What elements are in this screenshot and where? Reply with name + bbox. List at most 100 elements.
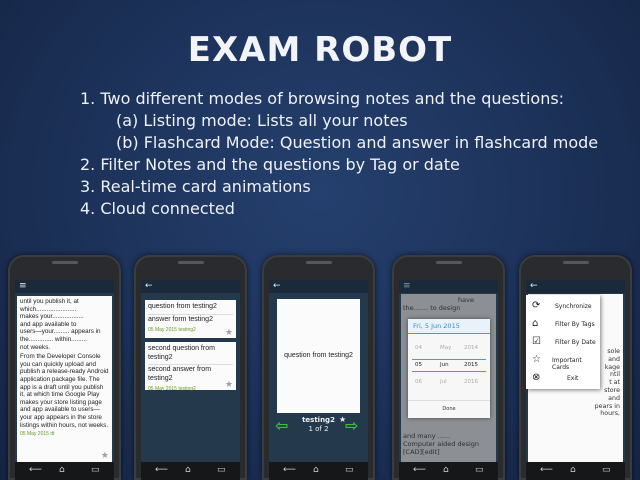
star-icon[interactable]: ★ — [101, 451, 109, 460]
feature-4: 4. Cloud connected — [80, 199, 235, 218]
phone-screen: ← sole and kage ntil t at store and pear… — [526, 280, 625, 462]
note-line: and app available to — [20, 320, 77, 328]
question-text: second question from testing2 — [148, 345, 215, 361]
recent-apps-icon[interactable]: ▭ — [91, 465, 100, 475]
phone-flashcard: ← question from testing2 testing2 ★ 1 of… — [262, 255, 375, 480]
back-icon[interactable]: ⟵ — [413, 465, 426, 475]
month-selected: Jun — [440, 362, 449, 368]
note-meta: 05 May 2015 dt — [20, 431, 109, 439]
phone-listing-questions: ← question from testing2 answer form tes… — [134, 255, 247, 480]
tag-icon: ⌂ — [532, 318, 539, 329]
day-selected: 05 — [415, 362, 422, 368]
back-icon[interactable]: ⟵ — [29, 465, 42, 475]
phone-speaker — [436, 261, 462, 264]
flashcard-text: question from testing2 — [284, 351, 353, 359]
menu-item-label: Filter By Tags — [555, 321, 595, 328]
menu-item-label: Exit — [567, 375, 579, 382]
back-icon[interactable]: ⟵ — [283, 465, 296, 475]
question-card[interactable]: question from testing2 answer form testi… — [145, 300, 236, 338]
recent-apps-icon[interactable]: ▭ — [602, 465, 611, 475]
phone-listing-note: ≡ until you publish it, at which........… — [8, 255, 121, 480]
note-fragment: hours, — [600, 410, 620, 418]
recent-apps-icon[interactable]: ▭ — [217, 465, 226, 475]
menu-item-filter-tags[interactable]: ⌂ Filter By Tags — [526, 315, 600, 333]
note-line: not weeks. — [20, 343, 51, 351]
note-line: the....... to design — [403, 304, 461, 312]
star-outline-icon: ☆ — [532, 354, 541, 365]
home-icon[interactable]: ⌂ — [313, 465, 319, 475]
feature-3: 3. Real-time card animations — [80, 177, 311, 196]
android-navbar: ⟵ ⌂ ▭ — [15, 462, 114, 480]
month-next: Jul — [440, 379, 447, 385]
note-line: makes your.................. — [20, 313, 84, 321]
note-fragment: and — [608, 394, 620, 402]
back-arrow-icon[interactable]: ← — [269, 280, 368, 293]
year-prev: 2014 — [464, 345, 478, 351]
phone-screen: ← question from testing2 testing2 ★ 1 of… — [269, 280, 368, 462]
android-navbar: ⟵ ⌂ ▭ — [141, 462, 240, 480]
menu-icon[interactable]: ≡ — [15, 280, 114, 293]
menu-item-label: Filter By Date — [555, 339, 596, 346]
note-card[interactable]: until you publish it, at which..........… — [17, 296, 112, 462]
year-next: 2016 — [464, 379, 478, 385]
feature-1: 1. Two different modes of browsing notes… — [80, 89, 565, 108]
phone-date-filter: ≡ have the....... to design and many ...… — [392, 255, 505, 480]
menu-item-synchronize[interactable]: ⟳ Synchronize — [526, 297, 600, 315]
star-icon[interactable]: ★ — [225, 379, 233, 389]
home-icon[interactable]: ⌂ — [59, 465, 65, 475]
note-tag: dt — [50, 431, 55, 438]
home-icon[interactable]: ⌂ — [443, 465, 449, 475]
back-icon[interactable]: ⟵ — [155, 465, 168, 475]
year-selected: 2015 — [464, 362, 478, 368]
note-line: have — [458, 296, 474, 304]
date-picker-header: Fri, 5 Jun 2015 — [408, 319, 490, 334]
feature-1b: (b) Flashcard Mode: Question and answer … — [116, 133, 599, 152]
note-line: and many ...... Computer aided design [C… — [403, 432, 493, 456]
android-navbar: ⟵ ⌂ ▭ — [399, 462, 498, 480]
next-arrow-icon[interactable]: ⇨ — [345, 416, 358, 435]
menu-item-important[interactable]: ☆ Important Cards — [526, 351, 600, 371]
done-button[interactable]: Done — [408, 400, 490, 417]
feature-list: 1. Two different modes of browsing notes… — [80, 88, 635, 220]
date-picker-dialog: Fri, 5 Jun 2015 04 05 06 May Jun Jul 201… — [408, 319, 490, 418]
phone-screen: ≡ have the....... to design and many ...… — [399, 280, 498, 462]
calendar-check-icon: ☑ — [532, 336, 541, 347]
feature-1a: (a) Listing mode: Lists all your notes — [116, 111, 408, 130]
back-icon[interactable]: ⟵ — [540, 465, 553, 475]
home-icon[interactable]: ⌂ — [185, 465, 191, 475]
date-wheels[interactable]: 04 05 06 May Jun Jul 2014 2015 2016 — [408, 334, 490, 400]
note-fragment: pears in — [594, 402, 620, 410]
home-icon[interactable]: ⌂ — [570, 465, 576, 475]
question-tag: testing2 — [178, 327, 196, 333]
note-line: the.............. within......... — [20, 335, 87, 343]
question-text: question from testing2 — [148, 303, 217, 310]
question-tag: testing2 — [178, 386, 196, 392]
day-prev: 04 — [415, 345, 422, 351]
menu-item-exit[interactable]: ⊗ Exit — [526, 369, 600, 387]
answer-text: second answer from testing2 — [148, 364, 233, 383]
menu-icon[interactable]: ≡ — [399, 280, 498, 293]
answer-text: answer form testing2 — [148, 313, 233, 325]
question-date: 05 May 2015 — [148, 386, 177, 392]
back-arrow-icon[interactable]: ← — [526, 280, 625, 293]
note-line: users—your......... appears in — [20, 328, 101, 336]
phone-speaker — [563, 261, 589, 264]
question-card[interactable]: second question from testing2 second ans… — [145, 342, 236, 392]
question-meta: 05 May 2015 testing2 — [148, 326, 233, 335]
previous-arrow-icon[interactable]: ⇦ — [275, 416, 288, 435]
recent-apps-icon[interactable]: ▭ — [475, 465, 484, 475]
note-date: 05 May 2015 — [20, 431, 49, 438]
menu-item-filter-date[interactable]: ☑ Filter By Date — [526, 333, 600, 351]
phone-screen: ← question from testing2 answer form tes… — [141, 280, 240, 462]
page-title: EXAM ROBOT — [187, 30, 453, 70]
android-navbar: ⟵ ⌂ ▭ — [526, 462, 625, 480]
back-arrow-icon[interactable]: ← — [141, 280, 240, 293]
phone-menu: ← sole and kage ntil t at store and pear… — [519, 255, 632, 480]
flashcard[interactable]: question from testing2 — [277, 299, 360, 413]
recent-apps-icon[interactable]: ▭ — [345, 465, 354, 475]
star-icon[interactable]: ★ — [225, 327, 233, 337]
exit-icon: ⊗ — [532, 372, 541, 383]
phone-speaker — [178, 261, 204, 264]
feature-2: 2. Filter Notes and the questions by Tag… — [80, 155, 460, 174]
note-line: which....................... — [20, 305, 77, 313]
